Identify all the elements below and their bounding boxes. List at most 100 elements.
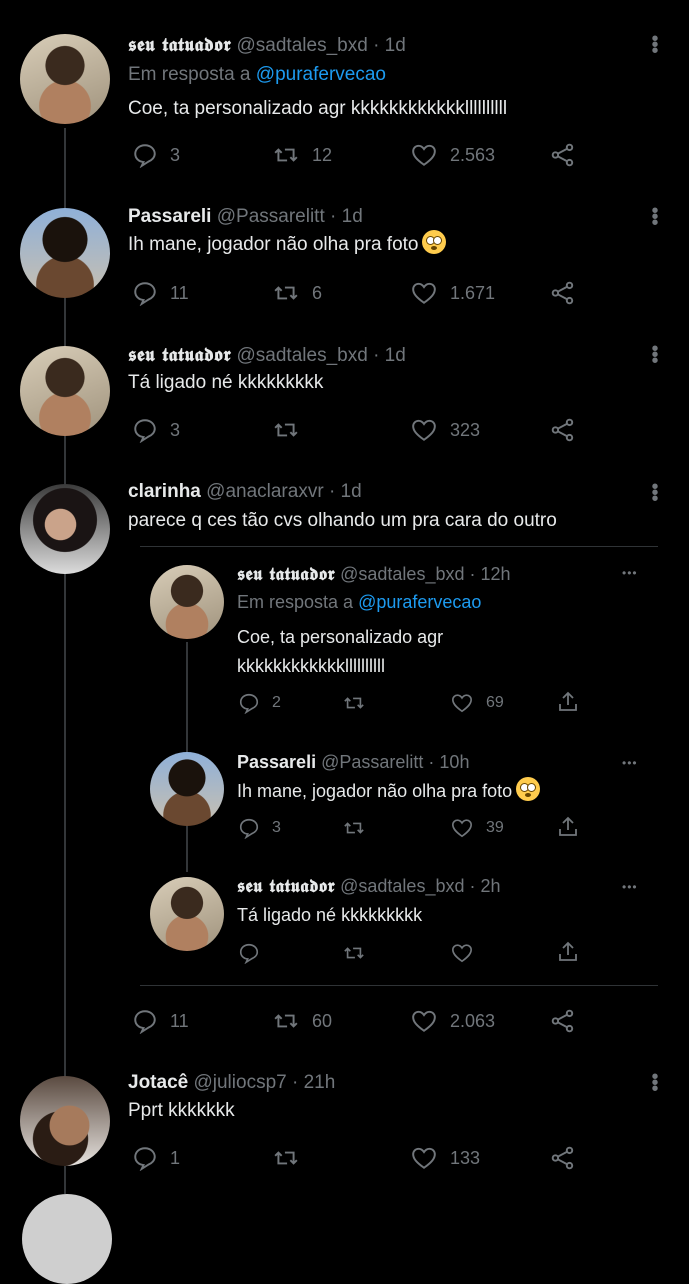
author-handle[interactable]: @Passarelitt [217, 206, 325, 227]
retweet-icon [274, 148, 298, 162]
author-name[interactable]: 𝖘𝖊𝖚 𝖙𝖆𝖙𝖚𝖆𝖉𝖔𝖗 [128, 34, 231, 56]
like-count: 2.563 [450, 144, 496, 165]
upload-icon [559, 691, 577, 711]
avatar[interactable] [20, 1076, 110, 1166]
more-options-icon[interactable]: ••• [622, 566, 638, 580]
share-button[interactable] [549, 280, 577, 306]
reply-button[interactable] [238, 942, 260, 964]
author-name[interactable]: clarinha [128, 481, 201, 502]
author-name[interactable]: 𝖘𝖊𝖚 𝖙𝖆𝖙𝖚𝖆𝖉𝖔𝖗 [128, 344, 231, 366]
reply-to-link[interactable]: @purafervecao [358, 592, 481, 612]
reply-button[interactable]: 11 [132, 1008, 189, 1034]
like-button[interactable]: 1.671 [410, 280, 495, 306]
like-button[interactable] [450, 942, 474, 964]
retweet-button[interactable] [342, 692, 366, 714]
reply-button[interactable]: 1 [132, 1145, 180, 1171]
quoted-divider [140, 546, 658, 547]
share-icon [551, 281, 574, 305]
retweet-button[interactable]: 60 [272, 1008, 332, 1034]
tweet-text: Tá ligado né kkkkkkkkk [237, 905, 423, 925]
author-name[interactable]: 𝖘𝖊𝖚 𝖙𝖆𝖙𝖚𝖆𝖉𝖔𝖗 [237, 564, 335, 585]
share-icon [551, 1009, 574, 1033]
like-count: 133 [450, 1147, 481, 1168]
reply-button[interactable]: 2 [238, 692, 281, 714]
more-options-icon[interactable]: ••• [650, 477, 660, 509]
timestamp[interactable]: · 1d [329, 481, 362, 502]
avatar[interactable] [150, 565, 224, 639]
avatar[interactable] [20, 484, 110, 574]
heart-icon [412, 419, 436, 441]
more-options-icon[interactable]: ••• [622, 880, 638, 894]
like-button[interactable]: 2.063 [410, 1008, 495, 1034]
retweet-button[interactable]: 12 [272, 142, 332, 168]
tweet-text: Coe, ta personalizado agr kkkkkkkkkkkkll… [128, 98, 508, 119]
timestamp[interactable]: · 1d [330, 206, 363, 227]
retweet-button[interactable] [272, 417, 312, 443]
retweet-button[interactable]: 6 [272, 280, 322, 306]
like-button[interactable]: 69 [450, 692, 504, 714]
author-handle[interactable]: @sadtales_bxd [340, 564, 464, 584]
timestamp[interactable]: · 1d [373, 35, 406, 56]
author-handle[interactable]: @juliocsp7 [193, 1072, 286, 1093]
author-name[interactable]: 𝖘𝖊𝖚 𝖙𝖆𝖙𝖚𝖆𝖉𝖔𝖗 [237, 876, 335, 897]
author-name[interactable]: Jotacê [128, 1072, 188, 1093]
avatar[interactable] [150, 752, 224, 826]
reply-icon [134, 282, 156, 306]
share-button[interactable] [549, 1145, 577, 1171]
upload-button[interactable] [556, 815, 580, 839]
timestamp[interactable]: · 21h [292, 1072, 335, 1093]
retweet-icon [274, 1151, 298, 1165]
retweet-button[interactable] [342, 817, 366, 839]
tweet-text: Coe, ta personalizado agr [237, 627, 444, 647]
share-button[interactable] [549, 417, 577, 443]
author-handle[interactable]: @sadtales_bxd [237, 35, 368, 56]
author-name[interactable]: Passareli [237, 752, 316, 772]
author-name[interactable]: Passareli [128, 206, 211, 227]
timestamp[interactable]: · 1d [373, 345, 406, 366]
timestamp[interactable]: · 12h [470, 564, 511, 584]
retweet-button[interactable] [342, 942, 366, 964]
timestamp[interactable]: · 2h [470, 876, 501, 896]
avatar[interactable] [20, 346, 110, 436]
share-button[interactable] [549, 1008, 577, 1034]
retweet-button[interactable] [272, 1145, 312, 1171]
reply-button[interactable]: 11 [132, 280, 189, 306]
tweet-text: parece q ces tão cvs olhando um pra cara… [128, 510, 557, 531]
like-button[interactable]: 323 [410, 417, 480, 443]
reply-icon [239, 818, 259, 839]
retweet-icon [274, 423, 298, 437]
upload-button[interactable] [556, 690, 580, 714]
retweet-count: 6 [312, 282, 323, 303]
reply-count: 1 [170, 1147, 181, 1168]
author-handle[interactable]: @sadtales_bxd [340, 876, 464, 896]
reply-button[interactable]: 3 [238, 817, 281, 839]
retweet-icon [344, 822, 364, 834]
like-button[interactable]: 39 [450, 817, 504, 839]
reply-button[interactable]: 3 [132, 142, 180, 168]
avatar[interactable] [22, 1194, 112, 1284]
upload-icon [559, 941, 577, 961]
share-button[interactable] [549, 142, 577, 168]
author-handle[interactable]: @anaclaraxvr [206, 481, 324, 502]
avatar[interactable] [20, 208, 110, 298]
more-options-icon[interactable]: ••• [650, 1067, 660, 1099]
avatar[interactable] [20, 34, 110, 124]
like-button[interactable]: 133 [410, 1145, 480, 1171]
retweet-count: 12 [312, 144, 333, 165]
reply-to-link[interactable]: @purafervecao [256, 64, 386, 85]
reply-button[interactable]: 3 [132, 417, 180, 443]
reply-icon [134, 419, 156, 443]
author-handle[interactable]: @sadtales_bxd [237, 345, 368, 366]
author-handle[interactable]: @Passarelitt [321, 752, 423, 772]
like-button[interactable]: 2.563 [410, 142, 495, 168]
heart-icon [452, 819, 472, 838]
retweet-icon [274, 286, 298, 300]
avatar[interactable] [150, 877, 224, 951]
more-options-icon[interactable]: ••• [622, 756, 638, 770]
more-options-icon[interactable]: ••• [650, 201, 660, 233]
more-options-icon[interactable]: ••• [650, 29, 660, 61]
upload-button[interactable] [556, 940, 580, 964]
timestamp[interactable]: · 10h [428, 752, 469, 772]
reply-icon [134, 144, 156, 168]
more-options-icon[interactable]: ••• [650, 339, 660, 371]
